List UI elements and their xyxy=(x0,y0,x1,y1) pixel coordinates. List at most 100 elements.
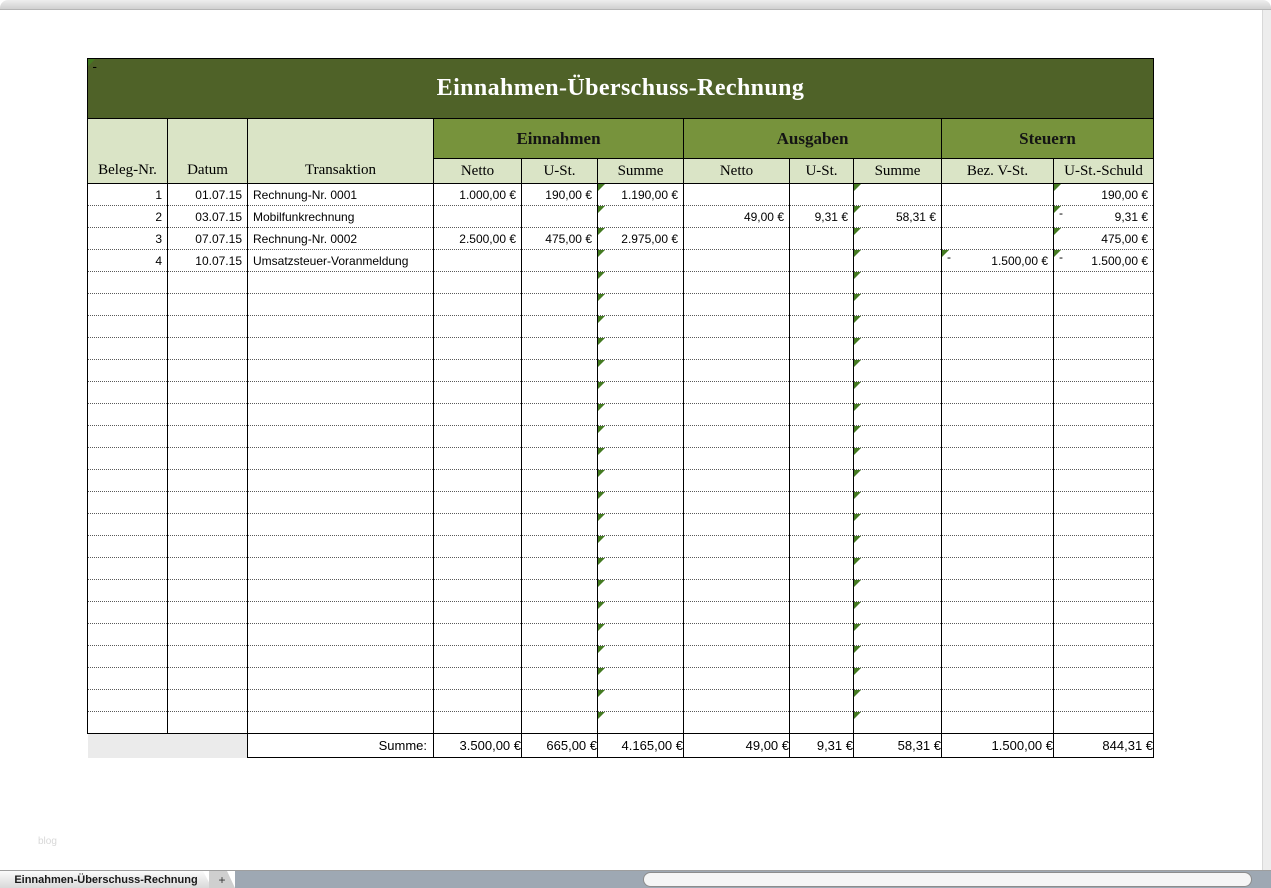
cell[interactable] xyxy=(684,294,790,316)
cell[interactable] xyxy=(168,360,248,382)
cell[interactable] xyxy=(598,470,684,492)
cell[interactable] xyxy=(168,624,248,646)
cell[interactable] xyxy=(248,536,434,558)
cell[interactable]: 58,31 € xyxy=(854,734,942,758)
sheet-title[interactable]: Einnahmen-Überschuss-Rechnung xyxy=(88,59,1154,119)
cell[interactable] xyxy=(942,426,1054,448)
cell[interactable] xyxy=(168,646,248,668)
cell[interactable] xyxy=(1054,558,1154,580)
cell[interactable] xyxy=(1054,316,1154,338)
cell[interactable] xyxy=(88,404,168,426)
cell[interactable] xyxy=(434,250,522,272)
cell[interactable]: 9,31 € xyxy=(790,734,854,758)
cell[interactable] xyxy=(854,646,942,668)
cell[interactable]: 2.500,00 € xyxy=(434,228,522,250)
cell[interactable] xyxy=(522,470,598,492)
cell[interactable] xyxy=(522,690,598,712)
cell[interactable] xyxy=(168,382,248,404)
cell[interactable] xyxy=(168,712,248,734)
cell[interactable] xyxy=(1054,514,1154,536)
cell[interactable] xyxy=(1054,668,1154,690)
sheet-tab[interactable]: Einnahmen-Überschuss-Rechnung xyxy=(0,871,212,888)
cell[interactable] xyxy=(522,580,598,602)
cell[interactable] xyxy=(522,382,598,404)
cell[interactable] xyxy=(168,316,248,338)
cell[interactable] xyxy=(1054,448,1154,470)
cell[interactable] xyxy=(522,448,598,470)
cell[interactable] xyxy=(684,382,790,404)
cell[interactable] xyxy=(522,316,598,338)
cell[interactable] xyxy=(88,470,168,492)
cell[interactable]: 665,00 € xyxy=(522,734,598,758)
cell[interactable] xyxy=(1054,624,1154,646)
cell[interactable] xyxy=(684,536,790,558)
group-header-ausgaben[interactable]: Ausgaben xyxy=(684,119,942,159)
cell[interactable] xyxy=(790,624,854,646)
cell[interactable] xyxy=(854,558,942,580)
cell[interactable] xyxy=(684,624,790,646)
cell[interactable]: 2.975,00 € xyxy=(598,228,684,250)
cell[interactable] xyxy=(942,668,1054,690)
cell[interactable] xyxy=(434,448,522,470)
cell[interactable] xyxy=(684,360,790,382)
cell[interactable] xyxy=(854,448,942,470)
cell[interactable] xyxy=(942,184,1054,206)
cell[interactable] xyxy=(522,206,598,228)
cell[interactable] xyxy=(790,184,854,206)
cell[interactable] xyxy=(248,646,434,668)
cell[interactable] xyxy=(522,536,598,558)
cell[interactable] xyxy=(1054,338,1154,360)
column-header-datum[interactable]: Datum xyxy=(168,119,248,184)
cell[interactable] xyxy=(854,272,942,294)
cell[interactable] xyxy=(684,712,790,734)
cell[interactable] xyxy=(248,580,434,602)
cell[interactable] xyxy=(598,250,684,272)
group-header-steuern[interactable]: Steuern xyxy=(942,119,1154,159)
cell[interactable] xyxy=(854,668,942,690)
cell[interactable] xyxy=(854,602,942,624)
cell[interactable] xyxy=(684,492,790,514)
cell[interactable] xyxy=(248,470,434,492)
cell[interactable] xyxy=(790,294,854,316)
horizontal-scrollbar[interactable] xyxy=(235,871,1271,888)
column-header-beleg-nr[interactable]: Beleg-Nr. xyxy=(88,119,168,184)
cell[interactable] xyxy=(790,492,854,514)
group-header-einnahmen[interactable]: Einnahmen xyxy=(434,119,684,159)
cell[interactable] xyxy=(790,272,854,294)
cell[interactable] xyxy=(684,272,790,294)
cell[interactable] xyxy=(434,602,522,624)
cell[interactable] xyxy=(854,184,942,206)
cell[interactable] xyxy=(522,360,598,382)
cell[interactable] xyxy=(1054,602,1154,624)
cell[interactable] xyxy=(854,338,942,360)
cell[interactable]: 49,00 € xyxy=(684,734,790,758)
cell[interactable] xyxy=(88,316,168,338)
cell[interactable] xyxy=(248,338,434,360)
cell[interactable]: 190,00 € xyxy=(1054,184,1154,206)
cell[interactable] xyxy=(854,492,942,514)
cell[interactable] xyxy=(942,646,1054,668)
cell[interactable] xyxy=(248,712,434,734)
cell[interactable] xyxy=(598,690,684,712)
cell[interactable] xyxy=(248,382,434,404)
cell[interactable]: 58,31 € xyxy=(854,206,942,228)
cell[interactable] xyxy=(248,426,434,448)
cell[interactable] xyxy=(88,338,168,360)
cell[interactable] xyxy=(168,580,248,602)
cell[interactable] xyxy=(854,470,942,492)
cell[interactable] xyxy=(522,250,598,272)
cell[interactable]: 1 xyxy=(88,184,168,206)
cell[interactable] xyxy=(1054,712,1154,734)
cell[interactable] xyxy=(88,294,168,316)
cell[interactable] xyxy=(88,602,168,624)
cell[interactable] xyxy=(88,448,168,470)
cell[interactable] xyxy=(854,580,942,602)
cell[interactable] xyxy=(790,558,854,580)
cell[interactable] xyxy=(248,316,434,338)
column-header-bez-vst[interactable]: Bez. V-St. xyxy=(942,159,1054,184)
cell[interactable] xyxy=(854,426,942,448)
cell[interactable] xyxy=(942,690,1054,712)
column-header-transaktion[interactable]: Transaktion xyxy=(248,119,434,184)
cell[interactable] xyxy=(248,558,434,580)
cell[interactable] xyxy=(248,690,434,712)
